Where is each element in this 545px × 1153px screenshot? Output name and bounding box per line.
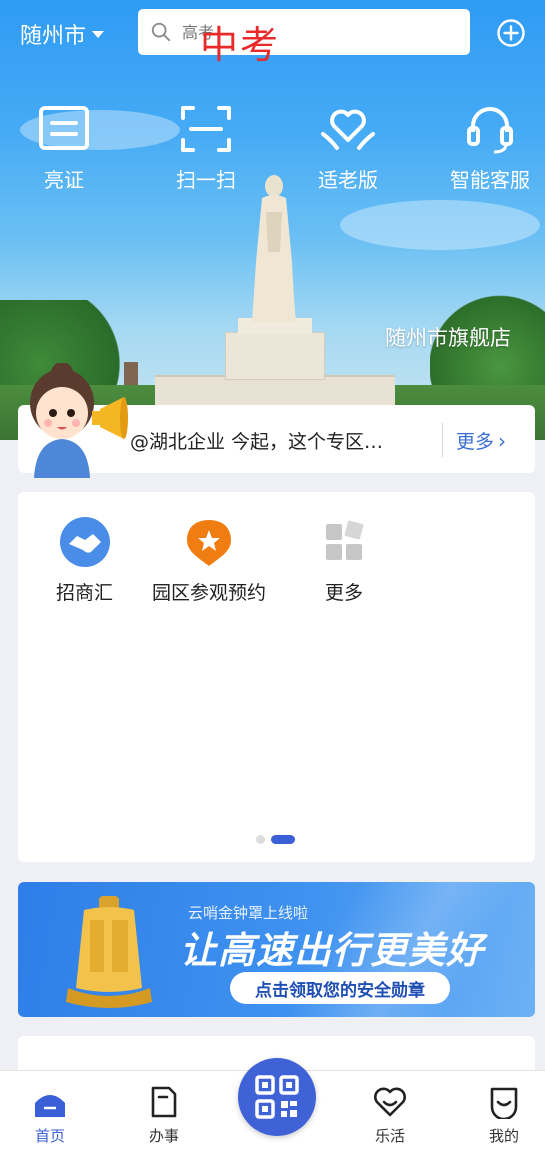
divider: [442, 423, 443, 457]
smile-face-icon: [490, 1087, 518, 1119]
quick-action-label: 亮证: [44, 168, 84, 192]
tab-profile[interactable]: 我的: [464, 1085, 544, 1146]
quick-actions: 亮证 扫一扫 适老版 智能客服: [0, 100, 545, 200]
quick-action-scan[interactable]: 扫一扫: [146, 100, 266, 193]
add-circle-icon[interactable]: [496, 18, 526, 48]
page-dot[interactable]: [256, 835, 265, 844]
quick-action-label: 智能客服: [450, 168, 530, 192]
handshake-icon: [59, 517, 110, 567]
city-label: 随州市: [20, 24, 87, 49]
tab-home[interactable]: 首页: [10, 1085, 90, 1146]
home-icon: [35, 1095, 65, 1117]
notice-more-link[interactable]: 更多 ›: [456, 427, 506, 454]
banner-title: 让高速出行更美好: [180, 929, 484, 972]
qr-code-icon: [255, 1075, 299, 1119]
quick-action-show-id[interactable]: 亮证: [4, 100, 124, 193]
cloud: [340, 200, 540, 250]
page-dot-active[interactable]: [271, 835, 295, 844]
pin-star-icon: [187, 520, 231, 566]
city-selector[interactable]: 随州市: [20, 20, 105, 49]
mascot-avatar: [30, 363, 128, 478]
service-label: 园区参观预约: [152, 582, 267, 604]
tab-label: 办事: [148, 1127, 179, 1145]
service-more[interactable]: 更多: [318, 516, 370, 605]
tab-label: 乐活: [374, 1127, 405, 1145]
caret-down-icon: [92, 30, 105, 38]
id-card-icon: [39, 106, 89, 150]
tab-lifestyle[interactable]: 乐活: [350, 1085, 430, 1146]
service-park-visit-booking[interactable]: 园区参观预约: [152, 516, 266, 605]
notice-text[interactable]: @湖北企业 今起，这个专区…: [130, 427, 383, 454]
claim-medal-button[interactable]: 点击领取您的安全勋章: [230, 972, 450, 1004]
search-icon: [151, 22, 171, 42]
service-label: 更多: [324, 582, 363, 604]
more-grid-icon: [326, 520, 364, 560]
scan-icon: [181, 106, 231, 152]
service-investment-hub[interactable]: 招商汇: [56, 516, 113, 605]
flagship-store-caption: 随州市旗舰店: [385, 326, 511, 350]
quick-action-label: 扫一扫: [176, 168, 236, 192]
chevron-right-icon: ›: [498, 428, 507, 453]
quick-action-customer-service[interactable]: 智能客服: [430, 100, 545, 193]
qr-scan-button[interactable]: [238, 1058, 316, 1136]
tab-label: 我的: [488, 1127, 519, 1145]
headset-icon: [467, 107, 513, 154]
service-label: 招商汇: [56, 582, 114, 604]
golden-bell-icon: [66, 896, 152, 1008]
promo-banner[interactable]: 云哨金钟罩上线啦 让高速出行更美好 点击领取您的安全勋章: [18, 882, 535, 1017]
heart-hands-icon: [321, 109, 375, 150]
heart-smile-icon: [374, 1087, 406, 1117]
more-label: 更多: [456, 431, 495, 453]
monument-pedestal: [225, 332, 325, 380]
quick-action-label: 适老版: [318, 168, 378, 192]
page-indicator: [256, 835, 301, 844]
services-card: 招商汇 园区参观预约 更多: [18, 492, 535, 862]
search-box[interactable]: [138, 9, 470, 55]
document-icon: [151, 1086, 177, 1118]
tab-label: 首页: [34, 1127, 65, 1145]
tab-services[interactable]: 办事: [124, 1085, 204, 1146]
search-input[interactable]: [182, 22, 432, 42]
quick-action-elderly-mode[interactable]: 适老版: [288, 100, 408, 193]
